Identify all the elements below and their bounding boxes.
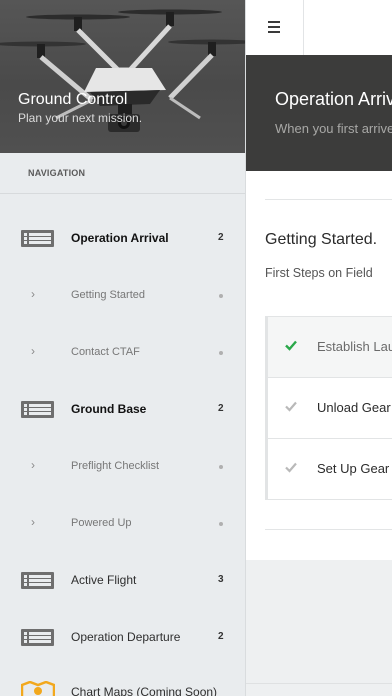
sidebar-item-label: Active Flight	[71, 573, 137, 587]
count-badge: 2	[218, 232, 224, 243]
main-panel: Operation Arrival When you first arrive …	[246, 0, 392, 696]
dot-icon	[219, 465, 223, 469]
checklist: Establish Launch Unload Gear Set Up Gear	[265, 316, 392, 500]
hamburger-icon[interactable]	[268, 19, 281, 35]
section-title: Getting Started.	[265, 231, 378, 248]
sidebar-item-label: Operation Arrival	[71, 231, 169, 245]
sidebar-subitem-getting-started[interactable]: › Getting Started	[0, 275, 245, 315]
hero-banner: Operation Arrival When you first arrive	[246, 55, 392, 171]
dot-icon	[219, 522, 223, 526]
list-icon	[21, 230, 54, 247]
sidebar-item-label: Operation Departure	[71, 630, 181, 644]
sidebar-item-label: Ground Base	[71, 402, 147, 416]
dot-icon	[219, 351, 223, 355]
count-badge: 2	[218, 403, 224, 414]
checklist-item-label: Set Up Gear	[317, 461, 390, 476]
sidebar-subitem-powered-up[interactable]: › Powered Up	[0, 503, 245, 543]
brand-header: Ground Control Plan your next mission.	[0, 0, 245, 153]
checklist-item-label: Establish Launch	[317, 339, 392, 354]
checkmark-icon	[285, 340, 297, 351]
section-subtitle: First Steps on Field	[265, 266, 373, 280]
divider	[265, 199, 392, 200]
sidebar-subitem-label: Contact CTAF	[71, 346, 140, 358]
sidebar-subitem-preflight-checklist[interactable]: › Preflight Checklist	[0, 446, 245, 486]
divider	[0, 193, 245, 194]
sidebar-subitem-label: Powered Up	[71, 517, 132, 529]
count-badge: 2	[218, 631, 224, 642]
content-card: Getting Started. First Steps on Field Es…	[246, 171, 392, 560]
sidebar-item-label: Chart Maps (Coming Soon)	[71, 685, 218, 696]
hero-subtitle: When you first arrive	[275, 121, 392, 136]
sidebar: Ground Control Plan your next mission. N…	[0, 0, 246, 696]
checklist-item[interactable]: Establish Launch	[268, 317, 392, 378]
divider	[265, 529, 392, 530]
sidebar-subitem-label: Getting Started	[71, 289, 145, 301]
list-icon	[21, 401, 54, 418]
map-icon	[21, 681, 55, 696]
sidebar-item-active-flight[interactable]: Active Flight 3	[0, 560, 245, 600]
divider	[246, 683, 392, 684]
app-title: Ground Control	[18, 91, 128, 108]
nav-header: NAVIGATION	[28, 168, 86, 178]
chevron-right-icon: ›	[31, 287, 35, 301]
sidebar-item-ground-base[interactable]: Ground Base 2	[0, 389, 245, 429]
top-bar	[246, 0, 392, 55]
sidebar-subitem-contact-ctaf[interactable]: › Contact CTAF	[0, 332, 245, 372]
list-icon	[21, 572, 54, 589]
sidebar-item-operation-departure[interactable]: Operation Departure 2	[0, 617, 245, 657]
chevron-right-icon: ›	[31, 515, 35, 529]
hero-title: Operation Arrival	[275, 89, 392, 109]
checklist-item[interactable]: Set Up Gear	[268, 439, 392, 499]
sidebar-subitem-label: Preflight Checklist	[71, 460, 160, 472]
drone-image	[0, 9, 245, 132]
count-badge: 3	[218, 574, 224, 585]
sidebar-item-operation-arrival[interactable]: Operation Arrival 2	[0, 218, 245, 258]
checkmark-icon	[285, 401, 297, 412]
checklist-item[interactable]: Unload Gear	[268, 378, 392, 439]
checklist-item-label: Unload Gear	[317, 400, 391, 415]
chevron-right-icon: ›	[31, 458, 35, 472]
checkmark-icon	[285, 462, 297, 473]
sidebar-item-chart-maps[interactable]: Chart Maps (Coming Soon)	[0, 672, 245, 696]
app-subtitle: Plan your next mission.	[18, 111, 143, 125]
dot-icon	[219, 294, 223, 298]
topbar-divider	[303, 0, 304, 55]
chevron-right-icon: ›	[31, 344, 35, 358]
list-icon	[21, 629, 54, 646]
